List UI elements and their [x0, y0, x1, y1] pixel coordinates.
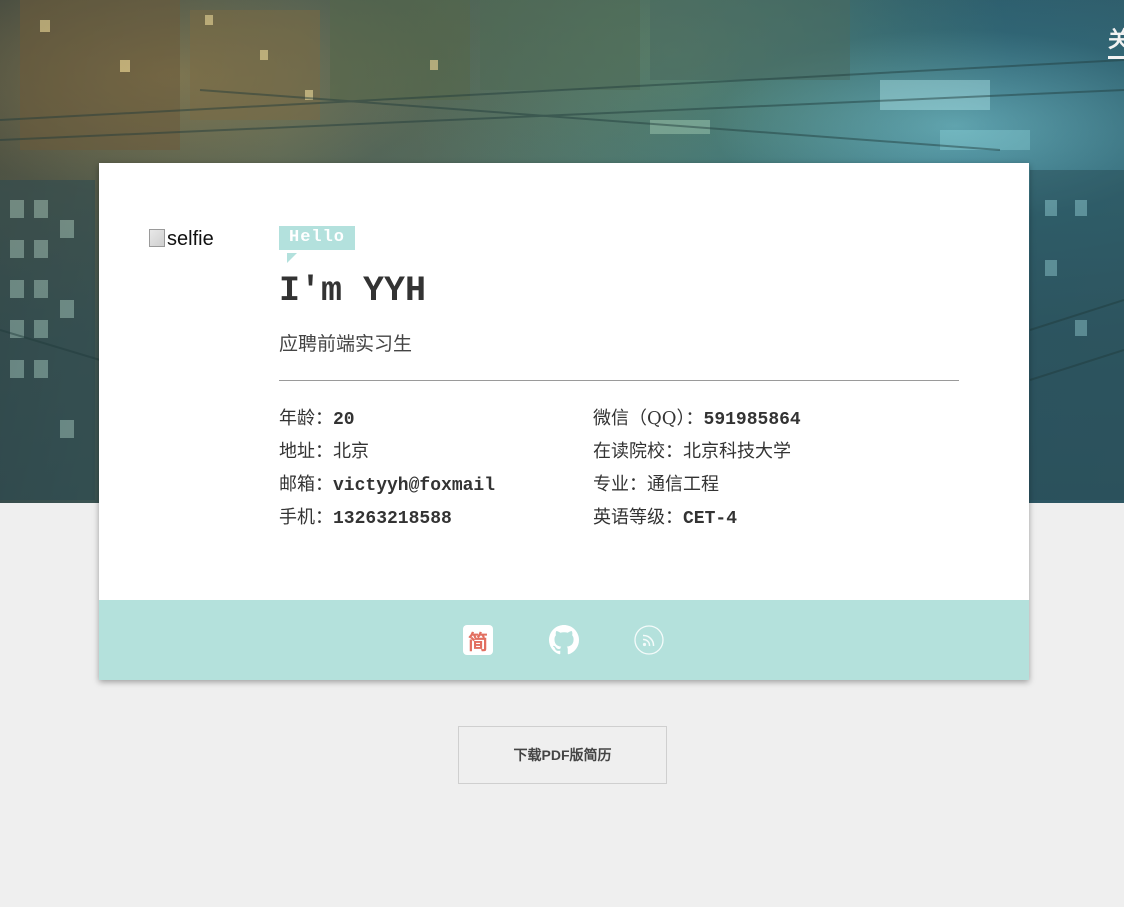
- profile-card: selfie Hello I'm YYH 应聘前端实习生 年龄：20 微信（QQ…: [99, 163, 1029, 680]
- rss-logo-svg: [634, 625, 664, 655]
- social-links-bar: 简: [99, 600, 1029, 680]
- info-age: 年龄：20: [279, 408, 355, 430]
- nav-link-partial[interactable]: 关: [1107, 22, 1124, 59]
- profile-subtitle: 应聘前端实习生: [279, 333, 413, 355]
- info-address: 地址：北京: [279, 441, 369, 462]
- download-pdf-resume-button[interactable]: 下载PDF版简历: [458, 726, 667, 784]
- rss-icon[interactable]: [634, 625, 664, 655]
- jianshu-icon[interactable]: 简: [463, 625, 493, 655]
- info-grid: 年龄：20 微信（QQ）：591985864 地址：北京 在读院校：北京科技大学…: [279, 408, 959, 530]
- greeting-badge-tail: [287, 253, 297, 263]
- info-email: 邮箱：victyyh@foxmail: [279, 474, 496, 496]
- info-english-level: 英语等级：CET-4: [593, 507, 738, 529]
- info-phone: 手机：13263218588: [279, 507, 452, 529]
- selfie-image: selfie: [149, 228, 214, 251]
- divider: [279, 380, 959, 381]
- profile-name: I'm YYH: [279, 271, 427, 311]
- greeting-badge: Hello: [279, 226, 356, 250]
- broken-image-icon: [149, 228, 165, 247]
- github-logo-svg: [549, 625, 579, 655]
- info-wechat-qq: 微信（QQ）：591985864: [593, 408, 801, 430]
- info-school: 在读院校：北京科技大学: [593, 441, 791, 462]
- github-icon[interactable]: [549, 625, 579, 655]
- info-major: 专业：通信工程: [593, 474, 719, 495]
- selfie-alt-text: selfie: [167, 228, 214, 250]
